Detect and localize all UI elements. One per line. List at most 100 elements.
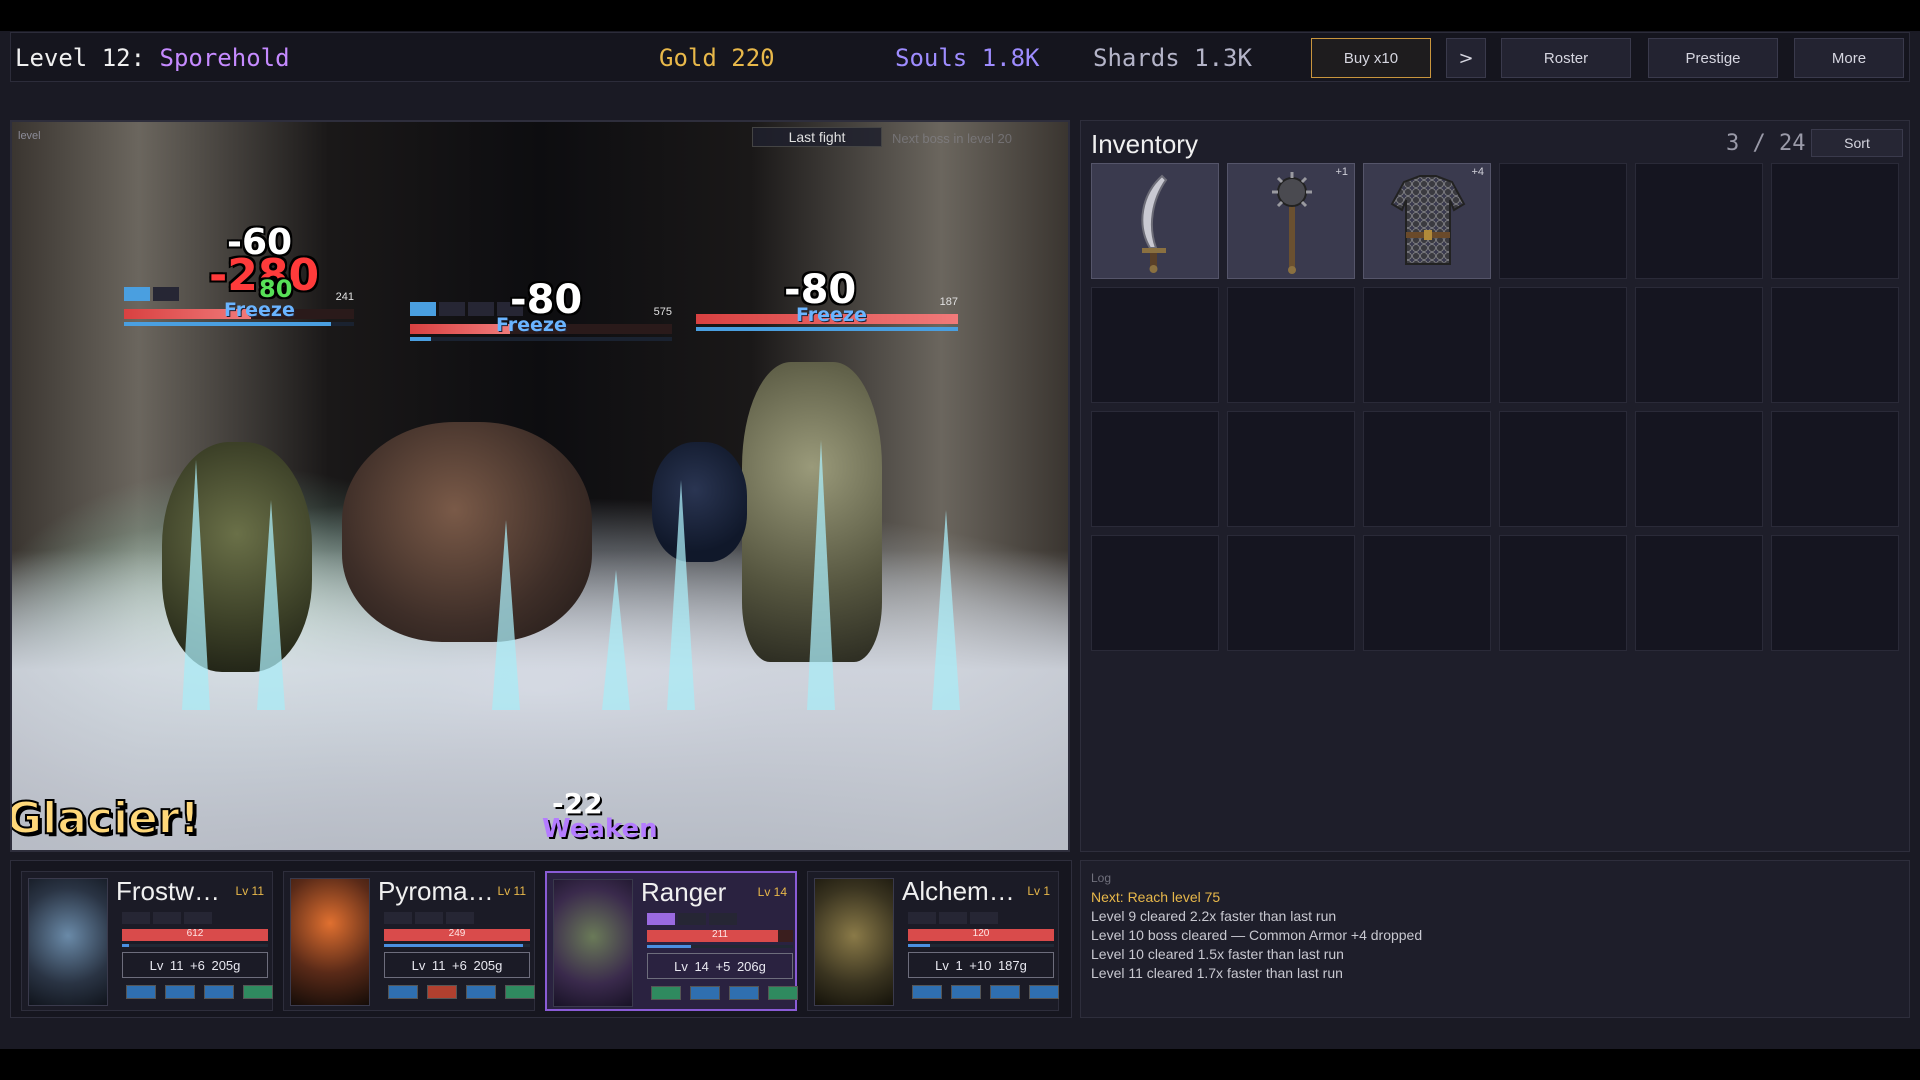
enemy-status-pips [124, 287, 179, 301]
skill-icon[interactable] [651, 986, 681, 1000]
inventory-slot-empty[interactable] [1227, 535, 1355, 651]
hero-name: Ranger [641, 877, 727, 907]
inventory-slot-scale-armor[interactable]: +4 [1363, 163, 1491, 279]
more-button[interactable]: More [1794, 38, 1904, 78]
skill-icon[interactable] [912, 985, 942, 999]
hero-hp-value: 249 [448, 928, 466, 939]
skill-icon[interactable] [388, 985, 418, 999]
next-arrow-button[interactable]: > [1446, 38, 1486, 78]
hero-name: Pyroma… [378, 876, 494, 906]
inventory-slot-empty[interactable] [1771, 411, 1899, 527]
inventory-slot-empty[interactable] [1635, 287, 1763, 403]
item-upgrade-level: +1 [1335, 166, 1348, 178]
hero-card[interactable]: Pyroma… Lv 11 249 Lv 11 +6 205g [283, 871, 535, 1011]
skill-icon[interactable] [427, 985, 457, 999]
buff-pip [446, 912, 474, 924]
sort-button[interactable]: Sort [1811, 129, 1903, 157]
enemy-mana-bar [124, 322, 354, 326]
inventory-slot-empty[interactable] [1499, 287, 1627, 403]
skill-icon[interactable] [243, 985, 273, 999]
inventory-slot-empty[interactable] [1363, 287, 1491, 403]
status-weaken: Weaken [542, 814, 658, 844]
skill-banner-glacier: Glacier! [10, 792, 201, 845]
skill-icon[interactable] [768, 986, 798, 1000]
hero-stats: Lv 14 +5 206g [647, 953, 793, 979]
inventory-slot-empty[interactable] [1363, 411, 1491, 527]
inventory-slot-empty[interactable] [1091, 535, 1219, 651]
ice-spike [257, 500, 285, 710]
inventory-slot-empty[interactable] [1091, 287, 1219, 403]
enemy-sporebeast[interactable] [342, 422, 592, 642]
skill-icon[interactable] [204, 985, 234, 999]
hero-card[interactable]: Ranger Lv 14 211 Lv 14 +5 206g [545, 871, 798, 1011]
inventory-slot-empty[interactable] [1499, 163, 1627, 279]
hero-name: Alchem… [902, 876, 1015, 906]
hero-card[interactable]: Frostw… Lv 11 612 Lv 11 +6 205g [21, 871, 273, 1011]
inventory-slot-empty[interactable] [1363, 535, 1491, 651]
inventory-slot-empty[interactable] [1635, 411, 1763, 527]
hero-level: Lv 11 [235, 884, 264, 898]
skill-icon[interactable] [951, 985, 981, 999]
heal-number: 80 [259, 275, 293, 303]
skill-icon[interactable] [690, 986, 720, 1000]
enemy-hp-value: 241 [335, 291, 354, 303]
skill-icon[interactable] [990, 985, 1020, 999]
log-line: Level 10 boss cleared — Common Armor +4 … [1091, 927, 1423, 943]
skill-icon[interactable] [1029, 985, 1059, 999]
battle-scene[interactable]: level Last fight Next boss in level 20 2… [10, 120, 1070, 852]
inventory-slot-empty[interactable] [1771, 535, 1899, 651]
inventory-slot-empty[interactable] [1635, 535, 1763, 651]
log-next-goal: Next: Reach level 75 [1091, 889, 1221, 905]
buff-pip [939, 912, 967, 924]
shards-counter: Shards 1.3K [1093, 44, 1252, 72]
inventory-panel: Inventory 3 / 24 Sort +1 +4 [1080, 120, 1910, 852]
skill-icon[interactable] [466, 985, 496, 999]
inventory-slot-empty[interactable] [1771, 287, 1899, 403]
log-line: Level 10 cleared 1.5x faster than last r… [1091, 946, 1344, 962]
ice-spike [932, 510, 960, 710]
log-panel: Log Next: Reach level 75 Level 9 cleared… [1080, 860, 1910, 1018]
status-pip [754, 292, 780, 306]
buff-pip [122, 912, 150, 924]
damage-number: -80 [784, 267, 857, 313]
skill-icon[interactable] [729, 986, 759, 1000]
enemy-mana-bar [410, 337, 672, 341]
buff-pip [970, 912, 998, 924]
hero-portrait[interactable] [553, 879, 633, 1007]
hero-mana-bar [122, 944, 268, 947]
skill-icon[interactable] [126, 985, 156, 999]
hero-level: Lv 14 [757, 885, 787, 899]
inventory-slot-curved-dagger[interactable] [1091, 163, 1219, 279]
buy-x10-button[interactable]: Buy x10 [1311, 38, 1431, 78]
hero-card[interactable]: Alchem… Lv 1 120 Lv 1 +10 187g [807, 871, 1059, 1011]
enemy-hp-value: 575 [653, 306, 672, 318]
status-pip [468, 302, 494, 316]
inventory-slot-spiked-mace[interactable]: +1 [1227, 163, 1355, 279]
inventory-slot-empty[interactable] [1227, 411, 1355, 527]
inventory-slot-empty[interactable] [1635, 163, 1763, 279]
inventory-slot-empty[interactable] [1499, 411, 1627, 527]
hero-portrait[interactable] [814, 878, 894, 1006]
hero-skill-bar [651, 986, 798, 1000]
prestige-button[interactable]: Prestige [1648, 38, 1778, 78]
hero-buff-pips [384, 912, 474, 924]
skill-icon[interactable] [165, 985, 195, 999]
enemy-mana-fill [410, 337, 431, 341]
last-fight-button[interactable]: Last fight [752, 127, 882, 147]
gold-counter: Gold 220 [659, 44, 775, 72]
hero-portrait[interactable] [290, 878, 370, 1006]
roster-button[interactable]: Roster [1501, 38, 1631, 78]
inventory-slot-empty[interactable] [1499, 535, 1627, 651]
hero-hp-value: 211 [712, 929, 728, 940]
hero-portrait[interactable] [28, 878, 108, 1006]
hero-hp-value: 120 [972, 928, 990, 939]
inventory-slot-empty[interactable] [1227, 287, 1355, 403]
skill-icon[interactable] [505, 985, 535, 999]
hero-buff-pips [122, 912, 212, 924]
level-title: Level 12: Sporehold [15, 44, 290, 72]
inventory-slot-empty[interactable] [1091, 411, 1219, 527]
inventory-slot-empty[interactable] [1771, 163, 1899, 279]
ice-spike [807, 440, 835, 710]
boss-note: Next boss in level 20 [892, 131, 1012, 146]
ice-spike [182, 460, 210, 710]
